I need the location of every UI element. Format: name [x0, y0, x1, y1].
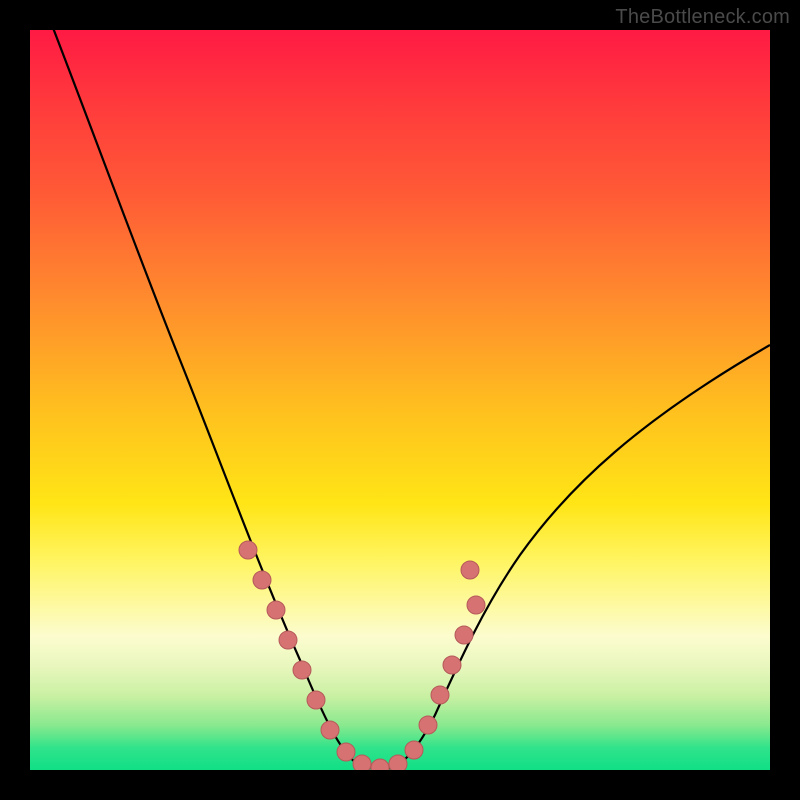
plot-area	[30, 30, 770, 770]
chart-svg	[30, 30, 770, 770]
dot	[321, 721, 339, 739]
dot	[455, 626, 473, 644]
dot	[371, 759, 389, 770]
dot	[307, 691, 325, 709]
watermark-text: TheBottleneck.com	[615, 6, 790, 29]
dot	[253, 571, 271, 589]
dot	[431, 686, 449, 704]
dot	[461, 561, 479, 579]
dot	[443, 656, 461, 674]
bottleneck-curve	[50, 30, 770, 769]
dot	[405, 741, 423, 759]
dot	[353, 755, 371, 770]
dot	[419, 716, 437, 734]
dot	[267, 601, 285, 619]
dot	[389, 755, 407, 770]
dot	[293, 661, 311, 679]
chart-frame: TheBottleneck.com	[0, 0, 800, 800]
dot	[239, 541, 257, 559]
marker-dots-group	[239, 541, 485, 770]
dot	[337, 743, 355, 761]
dot	[467, 596, 485, 614]
dot	[279, 631, 297, 649]
